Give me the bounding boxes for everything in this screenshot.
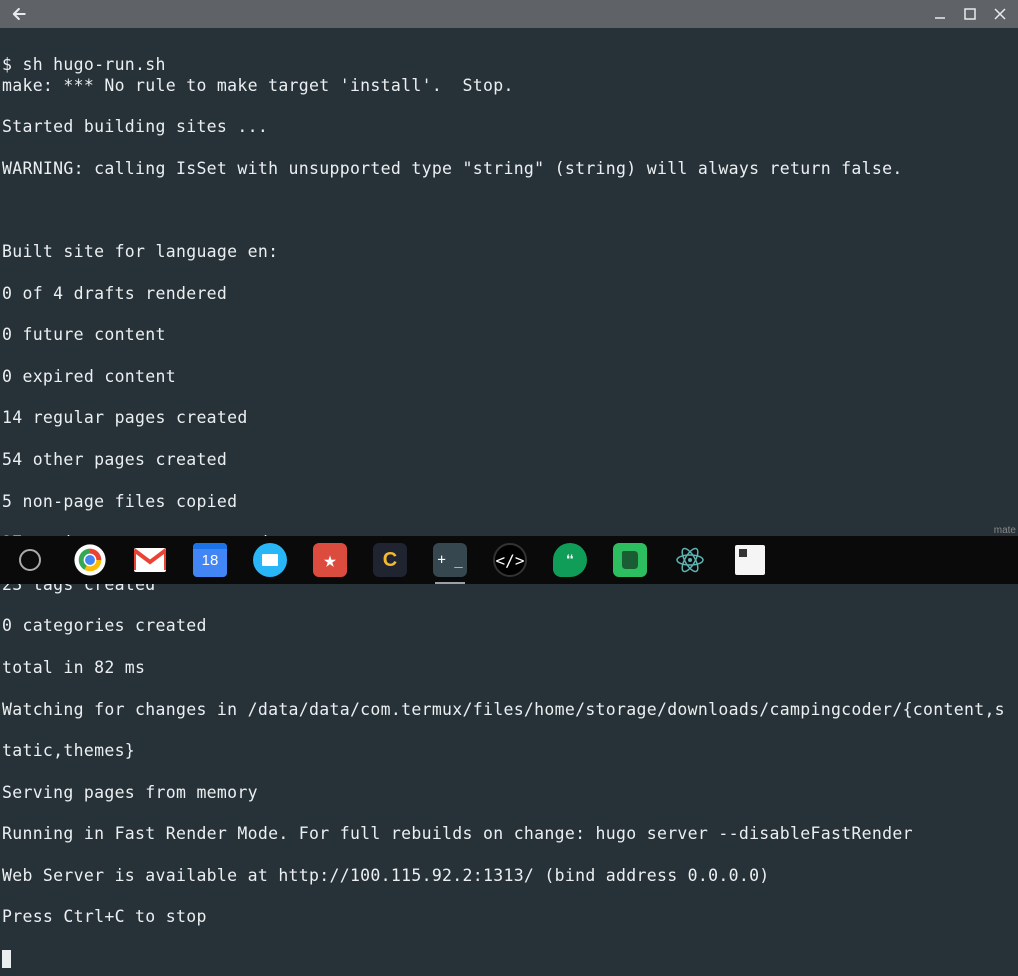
- codeacademy-icon[interactable]: C: [370, 540, 410, 580]
- wunderlist-icon[interactable]: ★: [310, 540, 350, 580]
- terminal-app-icon[interactable]: [730, 540, 770, 580]
- output-line: WARNING: calling IsSet with unsupported …: [2, 159, 1016, 180]
- gmail-icon[interactable]: [130, 540, 170, 580]
- terminal-cursor: [2, 950, 11, 968]
- calendar-day: 18: [202, 552, 219, 569]
- output-line: 54 other pages created: [2, 450, 1016, 471]
- prompt: $: [2, 55, 22, 74]
- launcher-icon[interactable]: [10, 540, 50, 580]
- output-line: Web Server is available at http://100.11…: [2, 866, 1016, 887]
- output-line: 0 of 4 drafts rendered: [2, 284, 1016, 305]
- close-button[interactable]: [986, 0, 1014, 28]
- output-line: make: *** No rule to make target 'instal…: [2, 76, 1016, 97]
- minimize-button[interactable]: [926, 0, 954, 28]
- output-line: Press Ctrl+C to stop: [2, 907, 1016, 928]
- output-line: 0 categories created: [2, 616, 1016, 637]
- output-line: 14 regular pages created: [2, 408, 1016, 429]
- terminal-output[interactable]: $ sh hugo-run.sh make: *** No rule to ma…: [0, 28, 1018, 976]
- output-line: 0 expired content: [2, 367, 1016, 388]
- chrome-icon[interactable]: [70, 540, 110, 580]
- output-line: Serving pages from memory: [2, 783, 1016, 804]
- output-line: Watching for changes in /data/data/com.t…: [2, 700, 1016, 721]
- back-button[interactable]: [4, 0, 32, 28]
- evernote-icon[interactable]: [610, 540, 650, 580]
- atom-icon[interactable]: [670, 540, 710, 580]
- taskbar: 18 ★ C + _ </> ❝: [0, 536, 1018, 584]
- files-icon[interactable]: [250, 540, 290, 580]
- output-line: Built site for language en:: [2, 242, 1016, 263]
- hangouts-icon[interactable]: ❝: [550, 540, 590, 580]
- mate-label: mate: [994, 525, 1016, 536]
- window-titlebar: [0, 0, 1018, 28]
- dev-icon[interactable]: </>: [490, 540, 530, 580]
- output-line: Started building sites ...: [2, 117, 1016, 138]
- output-line: 0 future content: [2, 325, 1016, 346]
- output-line: 5 non-page files copied: [2, 492, 1016, 513]
- output-line: total in 82 ms: [2, 658, 1016, 679]
- termux-icon[interactable]: + _: [430, 540, 470, 580]
- command-text: sh hugo-run.sh: [22, 55, 165, 74]
- output-line: Running in Fast Render Mode. For full re…: [2, 824, 1016, 845]
- output-line: tatic,themes}: [2, 741, 1016, 762]
- maximize-button[interactable]: [956, 0, 984, 28]
- calendar-icon[interactable]: 18: [190, 540, 230, 580]
